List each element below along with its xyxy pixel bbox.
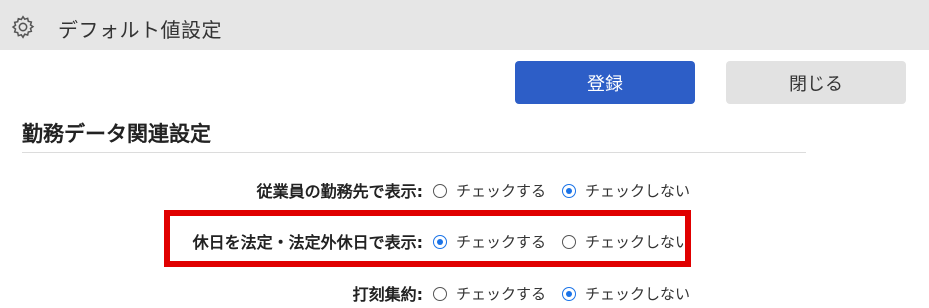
section-divider	[22, 152, 806, 153]
radio-uncheck[interactable]: チェックしない	[562, 283, 690, 304]
setting-row-punch-aggregation: 打刻集約: チェックする チェックしない	[0, 277, 929, 307]
radio-button-selected-icon[interactable]	[562, 286, 576, 301]
radio-button-icon[interactable]	[433, 183, 447, 198]
radio-button-icon[interactable]	[433, 286, 447, 301]
title-bar: デフォルト値設定	[0, 0, 929, 50]
highlight-box	[164, 210, 691, 267]
gear-icon	[11, 15, 35, 39]
page-title: デフォルト値設定	[58, 18, 222, 42]
radio-label: チェックする	[456, 182, 547, 200]
setting-row-workplace-display: 従業員の勤務先で表示: チェックする チェックしない	[0, 174, 929, 204]
radio-label: チェックする	[456, 285, 547, 303]
section-title: 勤務データ関連設定	[22, 122, 211, 146]
radio-uncheck[interactable]: チェックしない	[562, 180, 690, 201]
register-button[interactable]: 登録	[515, 61, 695, 104]
radio-label: チェックしない	[585, 182, 691, 200]
radio-button-selected-icon[interactable]	[562, 183, 576, 198]
radio-label: チェックしない	[585, 285, 691, 303]
setting-label: 従業員の勤務先で表示:	[256, 182, 423, 201]
setting-label: 打刻集約:	[352, 285, 423, 304]
radio-check[interactable]: チェックする	[433, 283, 546, 304]
radio-check[interactable]: チェックする	[433, 180, 546, 201]
close-button[interactable]: 閉じる	[726, 61, 906, 104]
